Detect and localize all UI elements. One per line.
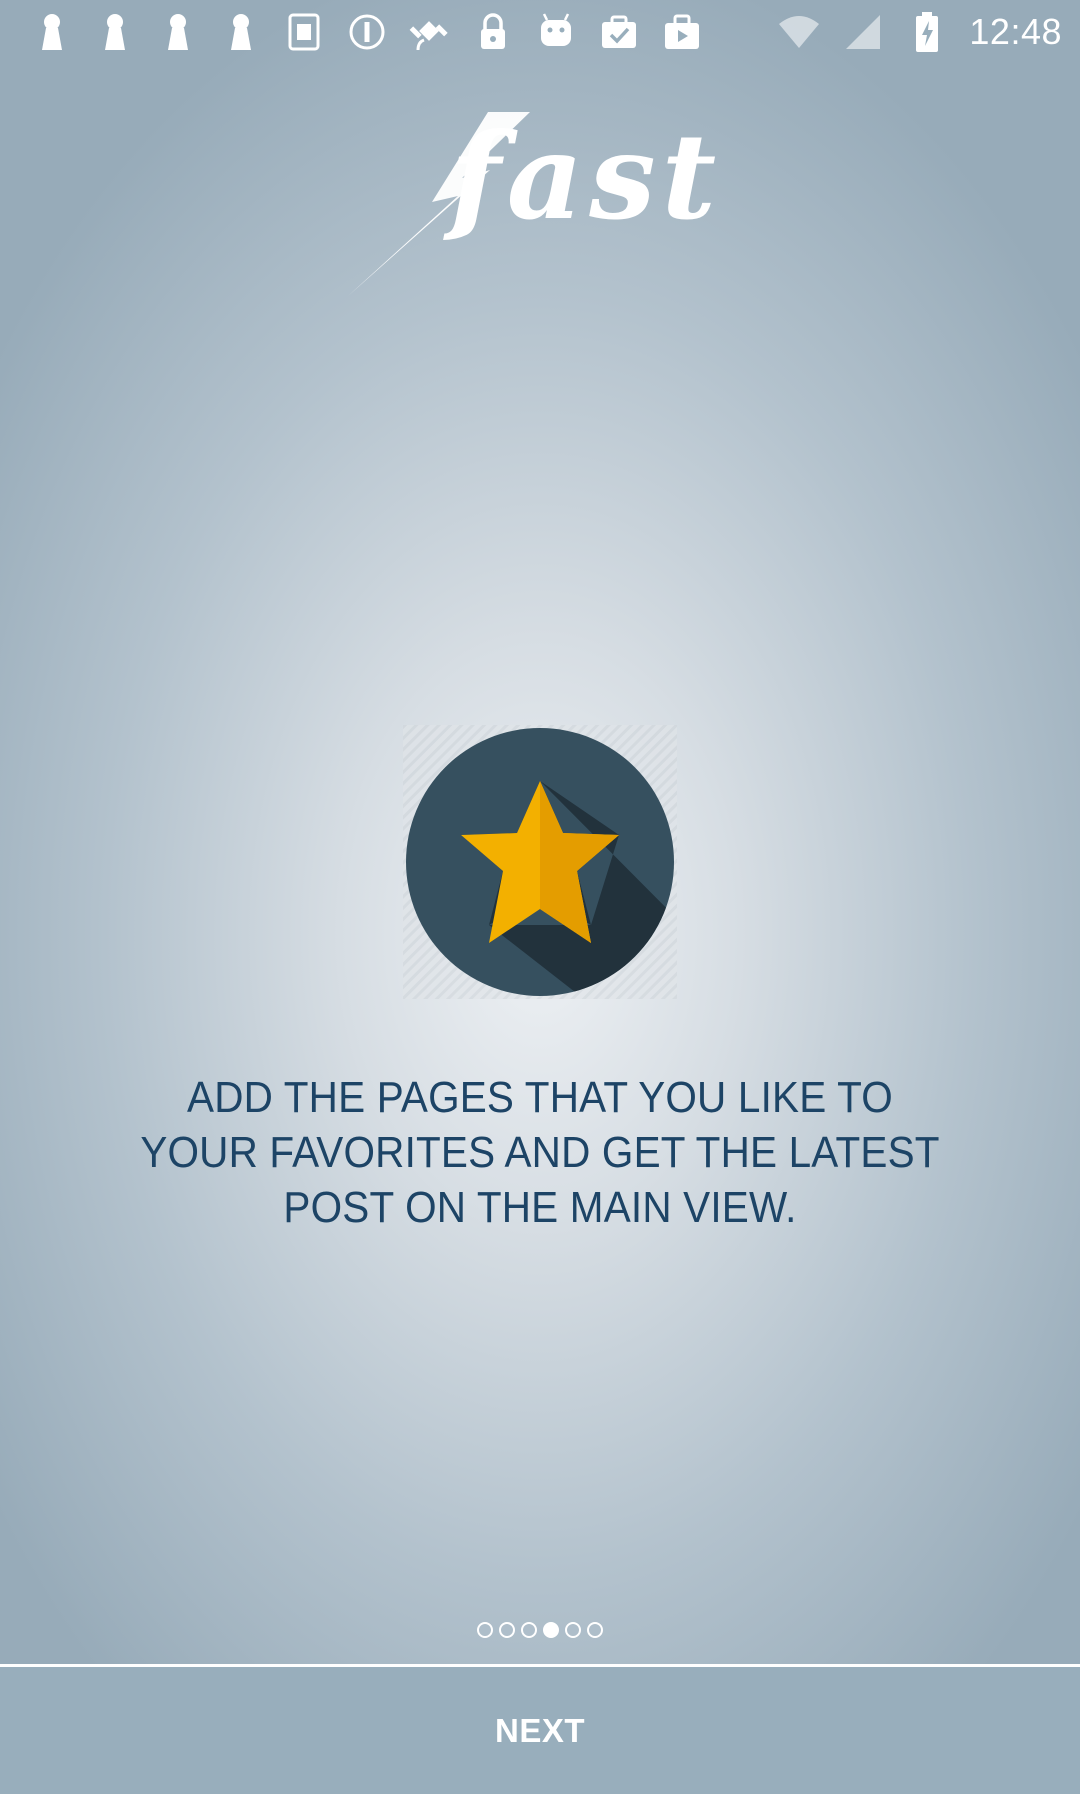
notification-icons [30,10,704,54]
status-bar: 12:48 [0,0,1080,64]
page-indicator [0,1622,1080,1638]
page-dot-active [543,1622,559,1638]
page-dot [521,1622,537,1638]
app-logo: fast [340,100,720,300]
logo-wordmark: fast [443,107,720,246]
battery-charging-icon [905,10,949,54]
keyhole-icon [156,10,200,54]
clipboard-check-icon [597,10,641,54]
page-dot [565,1622,581,1638]
system-status: 12:48 [777,10,1062,54]
lock-icon [471,10,515,54]
footer-bar: NEXT [0,1667,1080,1794]
intro-message: ADD THE PAGES THAT YOU LIKE TO YOUR FAVO… [140,1073,940,1232]
keyhole-icon [30,10,74,54]
clock: 12:48 [969,11,1062,52]
favorites-illustration [403,725,677,999]
briefcase-play-icon [660,10,704,54]
keyhole-icon [219,10,263,54]
keyhole-icon [93,10,137,54]
info-circle-icon [345,10,389,54]
page-dot [477,1622,493,1638]
page-dot [587,1622,603,1638]
next-button[interactable]: NEXT [435,1692,645,1770]
page-dot [499,1622,515,1638]
sim-tool-icon [282,10,326,54]
wifi-icon [777,10,821,54]
satellite-icon [408,10,452,54]
android-icon [534,10,578,54]
signal-icon [841,10,885,54]
